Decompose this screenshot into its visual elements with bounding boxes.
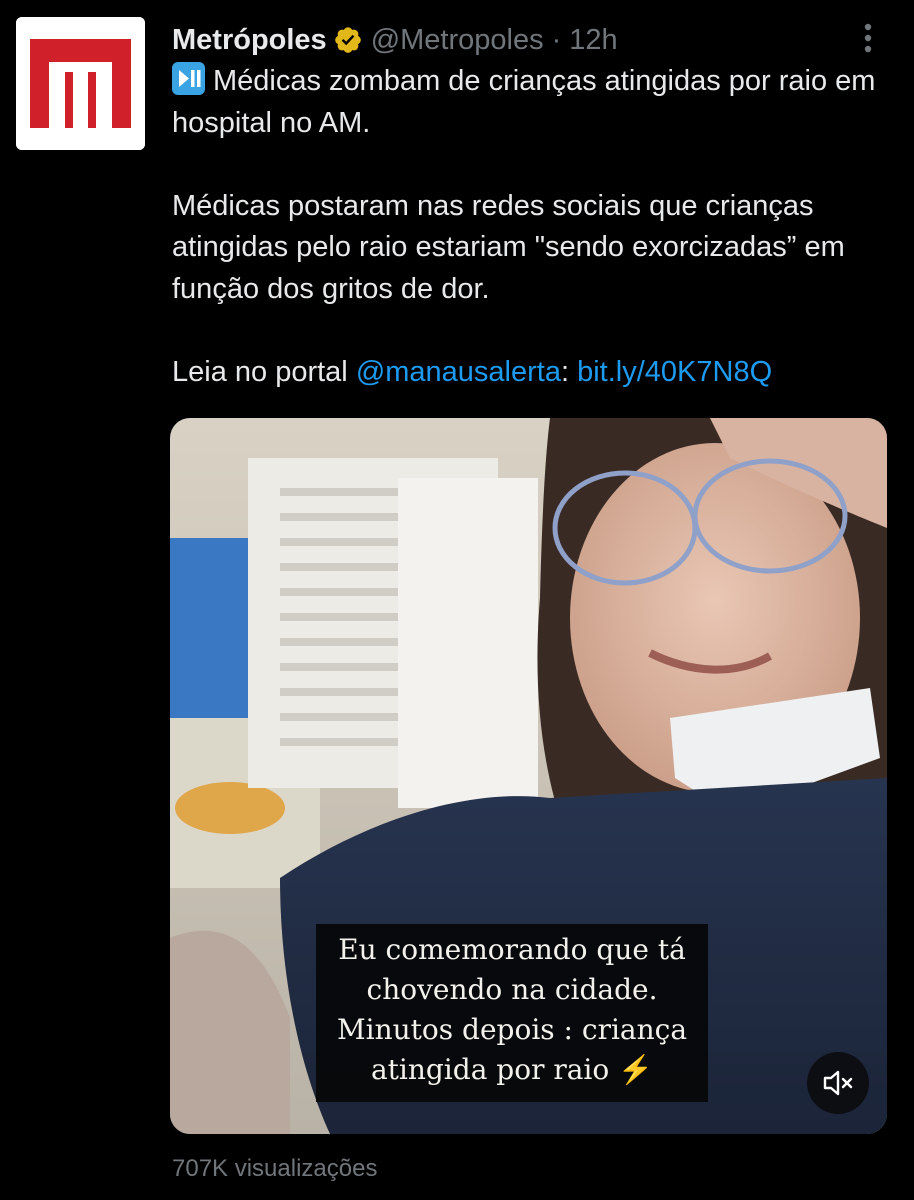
caption-line-last: atingida por raio ⚡ [316,1050,708,1090]
read-more-separator: : [560,355,578,388]
caption-line: Eu comemorando que tá [338,933,686,966]
author-avatar[interactable] [16,17,145,150]
tweet-timestamp[interactable]: 12h [569,24,617,57]
author-display-name[interactable]: Metrópoles [172,24,327,57]
tweet-text: Médicas zombam de crianças atingidas por… [172,61,892,393]
play-pause-icon [172,62,205,95]
speaker-muted-icon [823,1070,853,1096]
tweet-header: Metrópoles @Metropoles · 12h [172,20,618,60]
caption-line: Minutos depois : criança [336,1013,688,1046]
url-link[interactable]: bit.ly/40K7N8Q [577,356,772,388]
video-caption: Eu comemorando que tá chovendo na cidade… [316,924,708,1102]
header-separator: · [551,23,562,56]
unmute-button[interactable] [807,1052,869,1114]
more-options-button[interactable] [848,18,888,58]
author-handle[interactable]: @Metropoles [371,24,544,57]
caption-line: chovendo na cidade. [366,973,658,1006]
video-player[interactable]: Eu comemorando que tá chovendo na cidade… [170,418,887,1134]
caption-line: atingida por raio [370,1053,610,1086]
mention-link[interactable]: @manausalerta [356,356,561,388]
view-count: 707K visualizações [172,1155,378,1182]
tweet-read-more: Leia no portal @manausalerta: bit.ly/40K… [172,352,892,394]
read-more-prefix: Leia no portal [172,355,356,388]
tweet-paragraph: Médicas postaram nas redes sociais que c… [172,189,845,305]
verified-badge-icon[interactable] [333,25,363,55]
metropoles-logo-icon [16,17,145,150]
tweet-headline-text: Médicas zombam de crianças atingidas por… [172,65,876,139]
tweet-headline: Médicas zombam de crianças atingidas por… [172,61,892,144]
more-dots-vertical-icon [864,23,872,53]
lightning-icon: ⚡ [618,1053,654,1086]
